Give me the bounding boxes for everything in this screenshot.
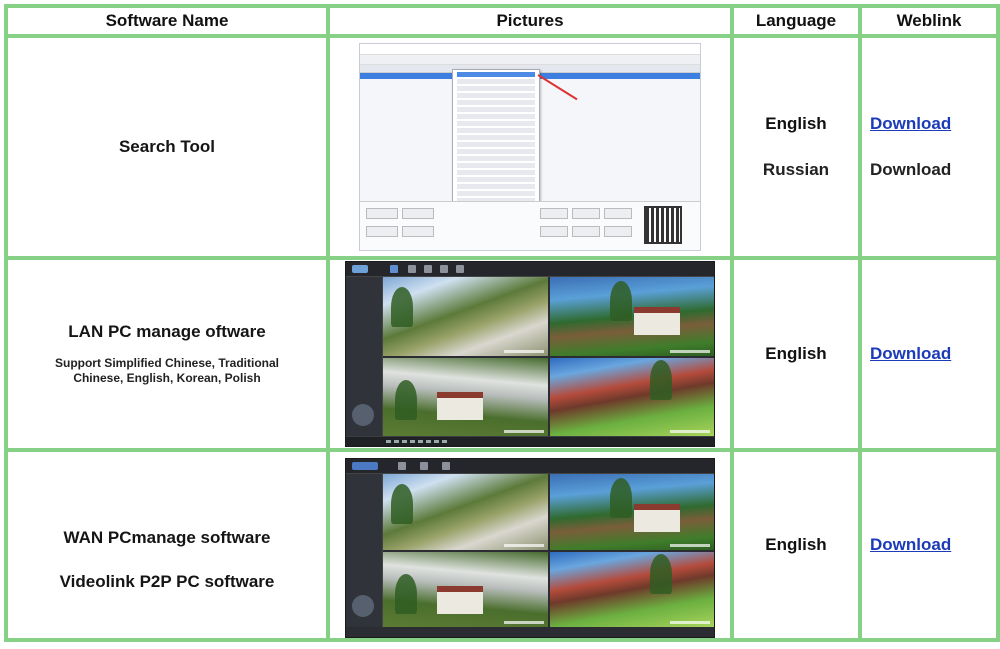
camera-grid	[383, 277, 714, 436]
weblink-cell: Download Download	[860, 36, 998, 258]
lan-camera-client-screenshot	[345, 261, 715, 447]
language-english: English	[765, 114, 827, 133]
software-table-page: Software Name Pictures Language Weblink …	[0, 0, 1000, 649]
picture-cell	[328, 258, 732, 450]
camera-feed	[383, 277, 548, 356]
camera-feed	[383, 551, 548, 627]
client-logo-icon	[352, 462, 378, 470]
support-line-1: Support Simplified Chinese, Traditional	[54, 356, 280, 370]
screenshot-toolbar	[360, 55, 700, 65]
ptz-control-icon	[352, 404, 374, 426]
settings-icon	[440, 265, 448, 273]
support-line-2: Chinese, English, Korean, Polish	[73, 371, 261, 385]
software-name: Search Tool	[118, 137, 216, 156]
client-logo-icon	[352, 265, 368, 273]
language-russian: Russian	[762, 160, 830, 179]
download-link-english[interactable]: Download	[870, 114, 951, 133]
software-table: Software Name Pictures Language Weblink …	[4, 4, 1000, 642]
device-icon	[424, 265, 432, 273]
header-software-name: Software Name	[6, 6, 328, 36]
picture-cell	[328, 450, 732, 640]
software-name-cell: WAN PCmanage software Videolink P2P PC s…	[6, 450, 328, 640]
client-topbar	[346, 459, 714, 474]
header-row: Software Name Pictures Language Weblink	[6, 6, 998, 36]
screenshot-bottom-panel	[360, 201, 700, 250]
software-name-cell: Search Tool	[6, 36, 328, 258]
client-topbar	[346, 262, 714, 277]
software-language-support: Support Simplified Chinese, Traditional …	[8, 356, 326, 386]
language-cell: English	[732, 258, 860, 450]
picture-cell	[328, 36, 732, 258]
ptz-control-icon	[352, 595, 374, 617]
language-cell: English Russian	[732, 36, 860, 258]
camera-feed	[549, 357, 714, 436]
playback-icon	[408, 265, 416, 273]
camera-feed	[383, 474, 548, 550]
software-name: LAN PC manage oftware	[68, 322, 266, 341]
table-row: WAN PCmanage software Videolink P2P PC s…	[6, 450, 998, 640]
wan-camera-client-screenshot	[345, 458, 715, 638]
weblink-cell: Download	[860, 258, 998, 450]
download-link-wan[interactable]: Download	[870, 535, 951, 554]
client-statusbar	[346, 436, 714, 446]
table-row: LAN PC manage oftware Support Simplified…	[6, 258, 998, 450]
table-row: Search Tool English Russian Download Dow…	[6, 36, 998, 258]
software-name: WAN PCmanage software	[63, 528, 271, 547]
software-name-cell: LAN PC manage oftware Support Simplified…	[6, 258, 328, 450]
live-view-icon	[390, 265, 398, 273]
search-tool-screenshot	[359, 43, 701, 251]
share-icon	[420, 462, 428, 470]
live-view-icon	[398, 462, 406, 470]
header-weblink: Weblink	[860, 6, 998, 36]
weblink-cell: Download	[860, 450, 998, 640]
camera-feed	[549, 474, 714, 550]
camera-grid	[383, 474, 714, 627]
software-name-secondary: Videolink P2P PC software	[59, 572, 275, 591]
download-link-lan[interactable]: Download	[870, 344, 951, 363]
header-language: Language	[732, 6, 860, 36]
client-device-tree	[346, 474, 383, 627]
camera-feed	[549, 277, 714, 356]
language-cell: English	[732, 450, 860, 640]
client-device-tree	[346, 277, 383, 436]
qr-code-icon	[644, 206, 682, 244]
camera-feed	[383, 357, 548, 436]
log-icon	[456, 265, 464, 273]
screenshot-titlebar	[360, 44, 700, 55]
header-pictures: Pictures	[328, 6, 732, 36]
settings-icon	[442, 462, 450, 470]
language-english: English	[765, 344, 827, 363]
language-english: English	[765, 535, 827, 554]
download-text-russian: Download	[870, 160, 952, 179]
camera-feed	[549, 551, 714, 627]
